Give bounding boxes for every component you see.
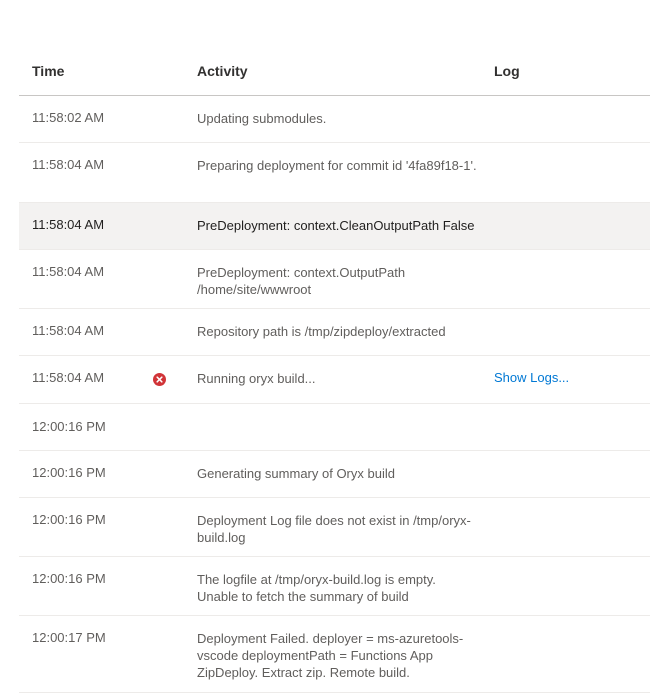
- table-row[interactable]: 12:00:17 PM Deployment Failed. deployer …: [19, 616, 650, 693]
- row-activity: Preparing deployment for commit id '4fa8…: [197, 158, 477, 173]
- row-activity: Deployment Log file does not exist in /t…: [197, 513, 471, 545]
- row-activity: PreDeployment: context.OutputPath /home/…: [197, 265, 406, 297]
- row-time: 11:58:04 AM: [32, 370, 105, 385]
- row-time: 12:00:16 PM: [32, 571, 106, 586]
- row-time: 12:00:16 PM: [32, 512, 106, 527]
- table-row[interactable]: 11:58:02 AM Updating submodules.: [19, 96, 650, 143]
- table-row-selected[interactable]: 11:58:04 AM PreDeployment: context.Clean…: [19, 203, 650, 250]
- table-row[interactable]: 12:00:16 PM The logfile at /tmp/oryx-bui…: [19, 557, 650, 616]
- column-header-time[interactable]: Time: [32, 63, 64, 79]
- row-activity: Running oryx build...: [197, 371, 316, 386]
- row-time: 12:00:16 PM: [32, 419, 106, 434]
- row-time: 11:58:04 AM: [32, 264, 105, 279]
- row-time: 11:58:02 AM: [32, 110, 105, 125]
- table-row[interactable]: 11:58:04 AM Preparing deployment for com…: [19, 143, 650, 203]
- row-activity: The logfile at /tmp/oryx-build.log is em…: [197, 572, 436, 604]
- row-time: 11:58:04 AM: [32, 157, 105, 172]
- deployment-log-table: Time Activity Log 11:58:02 AM Updating s…: [19, 50, 650, 693]
- column-header-log[interactable]: Log: [494, 63, 520, 79]
- row-status: [153, 373, 166, 389]
- table-row[interactable]: 11:58:04 AM PreDeployment: context.Outpu…: [19, 250, 650, 309]
- table-row[interactable]: 12:00:16 PM: [19, 404, 650, 451]
- table-row[interactable]: 11:58:04 AM Running oryx build... Show L…: [19, 356, 650, 404]
- show-logs-link[interactable]: Show Logs...: [494, 370, 569, 385]
- row-activity: Updating submodules.: [197, 111, 327, 126]
- row-time: 12:00:17 PM: [32, 630, 106, 645]
- error-icon: [153, 373, 166, 386]
- row-time: 12:00:16 PM: [32, 465, 106, 480]
- row-activity: PreDeployment: context.CleanOutputPath F…: [197, 218, 475, 233]
- row-time: 11:58:04 AM: [32, 323, 105, 338]
- row-activity: Deployment Failed. deployer = ms-azureto…: [197, 631, 464, 680]
- row-activity: Generating summary of Oryx build: [197, 466, 395, 481]
- table-header: Time Activity Log: [19, 50, 650, 96]
- row-time: 11:58:04 AM: [32, 217, 105, 232]
- row-activity: Repository path is /tmp/zipdeploy/extrac…: [197, 324, 446, 339]
- table-row[interactable]: 11:58:04 AM Repository path is /tmp/zipd…: [19, 309, 650, 356]
- column-header-activity[interactable]: Activity: [197, 63, 248, 79]
- table-row[interactable]: 12:00:16 PM Deployment Log file does not…: [19, 498, 650, 557]
- table-row[interactable]: 12:00:16 PM Generating summary of Oryx b…: [19, 451, 650, 498]
